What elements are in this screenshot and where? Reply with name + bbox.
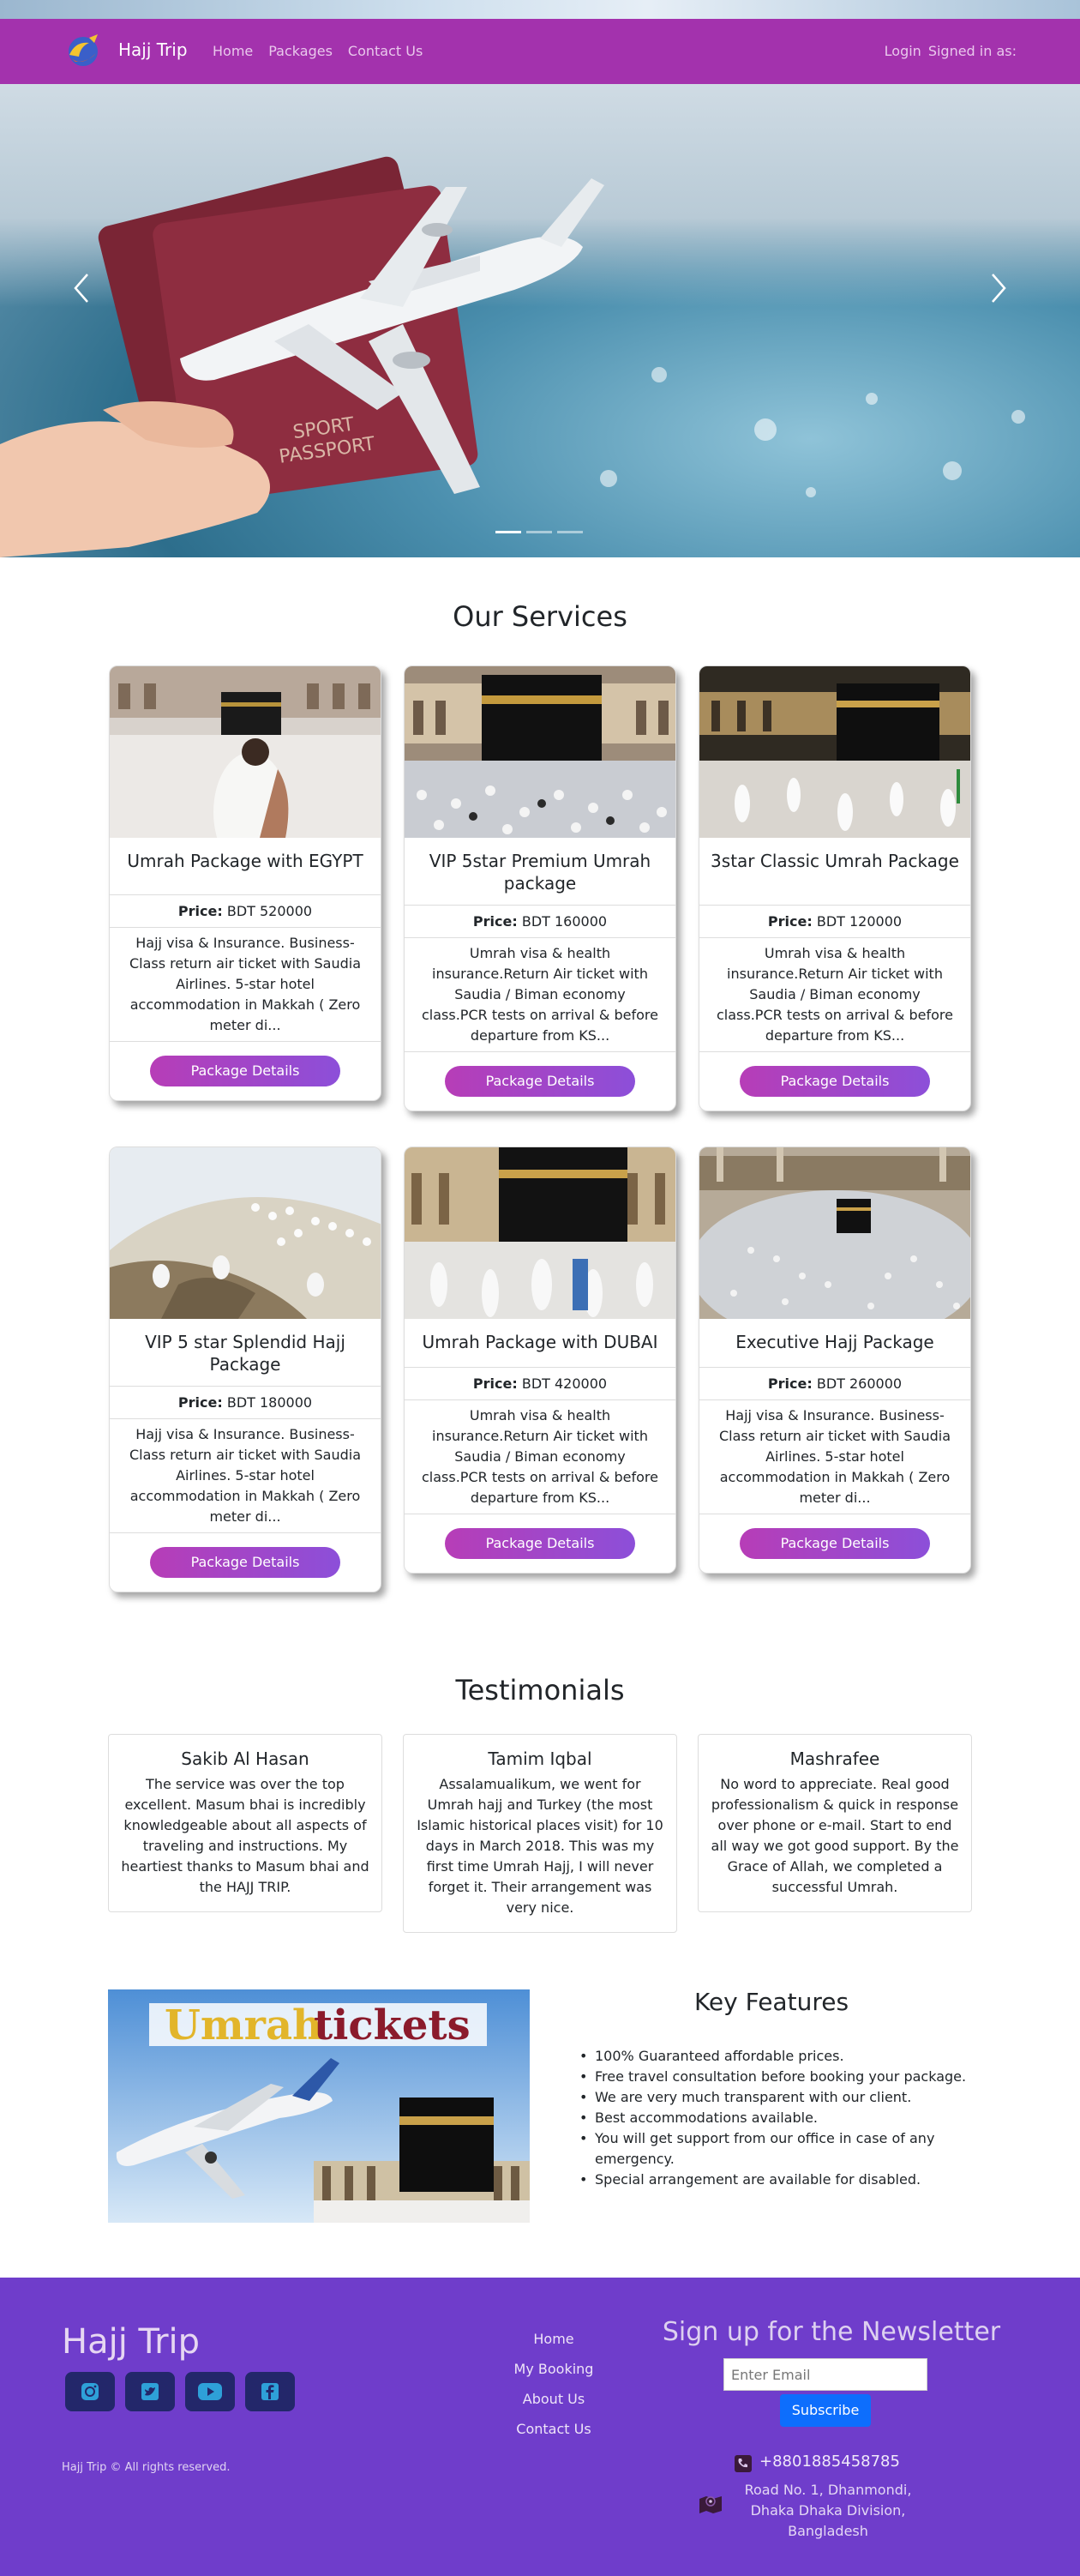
login-link[interactable]: Login <box>885 43 921 59</box>
package-image <box>405 666 675 838</box>
package-title: VIP 5star Premium Umrah package <box>429 851 651 894</box>
carousel-indicator-1[interactable] <box>495 531 521 533</box>
feature-item: We are very much transparent with our cl… <box>579 2087 974 2108</box>
footer-links: Home My Booking About Us Contact Us <box>497 2331 610 2451</box>
nav-home-link[interactable]: Home <box>213 43 253 59</box>
carousel-indicator-3[interactable] <box>557 531 583 533</box>
package-details-button[interactable]: Package Details <box>150 1547 340 1578</box>
map-location-icon <box>699 2496 722 2513</box>
image-text-tickets: tickets <box>314 2001 471 2049</box>
package-price: Price: BDT 120000 <box>699 905 970 938</box>
package-price: Price: BDT 420000 <box>405 1367 675 1400</box>
key-features-title: Key Features <box>693 1988 849 2016</box>
package-title: VIP 5 star Splendid Hajj Package <box>145 1332 345 1375</box>
testimonial-name: Mashrafee <box>789 1748 880 1769</box>
package-price: Price: BDT 520000 <box>110 894 381 928</box>
package-details-button[interactable]: Package Details <box>445 1528 635 1559</box>
package-description: Hajj visa & Insurance. Business-Class re… <box>699 1400 970 1514</box>
twitter-icon[interactable] <box>125 2372 175 2411</box>
testimonial-card: Tamim Iqbal Assalamualikum, we went for … <box>403 1734 677 1933</box>
package-card: 3star Classic Umrah Package Price: BDT 1… <box>699 665 971 1111</box>
package-details-button[interactable]: Package Details <box>740 1066 930 1097</box>
testimonial-card: Sakib Al Hasan The service was over the … <box>108 1734 382 1912</box>
package-title: Umrah Package with EGYPT <box>127 851 363 871</box>
package-card: VIP 5star Premium Umrah package Price: B… <box>404 665 676 1111</box>
services-title: Our Services <box>453 600 627 633</box>
package-card: Executive Hajj Package Price: BDT 260000… <box>699 1147 971 1574</box>
footer-contact-link[interactable]: Contact Us <box>497 2421 610 2437</box>
nav-account: Login Signed in as: <box>885 43 1017 59</box>
package-title: Executive Hajj Package <box>735 1332 934 1352</box>
testimonial-name: Sakib Al Hasan <box>181 1748 309 1769</box>
package-card: Umrah Package with EGYPT Price: BDT 5200… <box>109 665 381 1101</box>
package-title: 3star Classic Umrah Package <box>711 851 959 871</box>
package-price: Price: BDT 260000 <box>699 1367 970 1400</box>
package-image <box>699 666 970 838</box>
feature-item: Free travel consultation before booking … <box>579 2067 974 2087</box>
feature-item: You will get support from our office in … <box>579 2128 974 2170</box>
package-description: Hajj visa & Insurance. Business-Class re… <box>110 1419 381 1533</box>
carousel-indicators <box>495 531 583 533</box>
package-price: Price: BDT 180000 <box>110 1386 381 1419</box>
package-price: Price: BDT 160000 <box>405 905 675 938</box>
package-image <box>405 1147 675 1319</box>
testimonial-card: Mashrafee No word to appreciate. Real go… <box>698 1734 972 1912</box>
package-description: Hajj visa & Insurance. Business-Class re… <box>110 928 381 1042</box>
testimonial-text: Assalamualikum, we went for Umrah hajj a… <box>417 1776 663 1916</box>
umrah-tickets-image: Umrah tickets <box>108 1989 530 2223</box>
hero-image: SPORT PASSPORT <box>0 156 604 557</box>
carousel-next-icon[interactable] <box>981 262 1015 314</box>
brand-logo-icon[interactable] <box>63 33 103 70</box>
top-strip <box>0 0 1080 19</box>
package-details-button[interactable]: Package Details <box>150 1056 340 1086</box>
nav-packages-link[interactable]: Packages <box>268 43 333 59</box>
social-links <box>65 2372 295 2411</box>
phone-icon <box>735 2455 752 2472</box>
email-input[interactable] <box>723 2358 927 2391</box>
package-details-button[interactable]: Package Details <box>740 1528 930 1559</box>
subscribe-button[interactable]: Subscribe <box>780 2394 871 2427</box>
testimonial-text: No word to appreciate. Real good profess… <box>711 1776 959 1895</box>
phone-number: +8801885458785 <box>759 2453 900 2471</box>
package-card: VIP 5 star Splendid Hajj Package Price: … <box>109 1147 381 1592</box>
package-description: Umrah visa & health insurance.Return Air… <box>405 1400 675 1514</box>
nav-links: Home Packages Contact Us <box>213 43 423 59</box>
signed-in-text: Signed in as: <box>927 43 1017 59</box>
instagram-icon[interactable] <box>65 2372 115 2411</box>
key-features-list: 100% Guaranteed affordable prices. Free … <box>579 2046 974 2190</box>
package-description: Umrah visa & health insurance.Return Air… <box>405 938 675 1052</box>
carousel-prev-icon[interactable] <box>65 262 99 314</box>
address-text: Road No. 1, Dhanmondi, Dhaka Dhaka Divis… <box>744 2482 912 2539</box>
package-card: Umrah Package with DUBAI Price: BDT 4200… <box>404 1147 676 1574</box>
footer-brand[interactable]: Hajj Trip <box>62 2322 200 2362</box>
footer-about-link[interactable]: About Us <box>497 2391 610 2407</box>
package-details-button[interactable]: Package Details <box>445 1066 635 1097</box>
package-image <box>110 666 381 838</box>
footer: Hajj Trip Hajj Trip © All rights reserve… <box>0 2278 1080 2576</box>
testimonial-text: The service was over the top excellent. … <box>121 1776 369 1895</box>
package-description: Umrah visa & health insurance.Return Air… <box>699 938 970 1052</box>
package-image <box>699 1147 970 1319</box>
brand-name[interactable]: Hajj Trip <box>118 39 188 60</box>
carousel-indicator-2[interactable] <box>526 531 552 533</box>
newsletter-title: Sign up for the Newsletter <box>662 2317 1001 2347</box>
feature-item: 100% Guaranteed affordable prices. <box>579 2046 974 2067</box>
copyright-text: Hajj Trip © All rights reserved. <box>62 2461 231 2474</box>
testimonials-title: Testimonials <box>455 1674 625 1706</box>
package-title: Umrah Package with DUBAI <box>422 1332 658 1352</box>
youtube-icon[interactable] <box>185 2372 235 2411</box>
nav-contact-link[interactable]: Contact Us <box>348 43 423 59</box>
footer-home-link[interactable]: Home <box>497 2331 610 2347</box>
testimonial-name: Tamim Iqbal <box>488 1748 592 1769</box>
footer-my-booking-link[interactable]: My Booking <box>497 2361 610 2377</box>
navbar: Hajj Trip Home Packages Contact Us Login… <box>0 19 1080 84</box>
hero-carousel: SPORT PASSPORT <box>0 84 1080 557</box>
feature-item: Best accommodations available. <box>579 2108 974 2128</box>
image-text-umrah: Umrah <box>165 2001 322 2049</box>
facebook-icon[interactable] <box>245 2372 295 2411</box>
feature-item: Special arrangement are available for di… <box>579 2170 974 2190</box>
package-image <box>110 1147 381 1319</box>
